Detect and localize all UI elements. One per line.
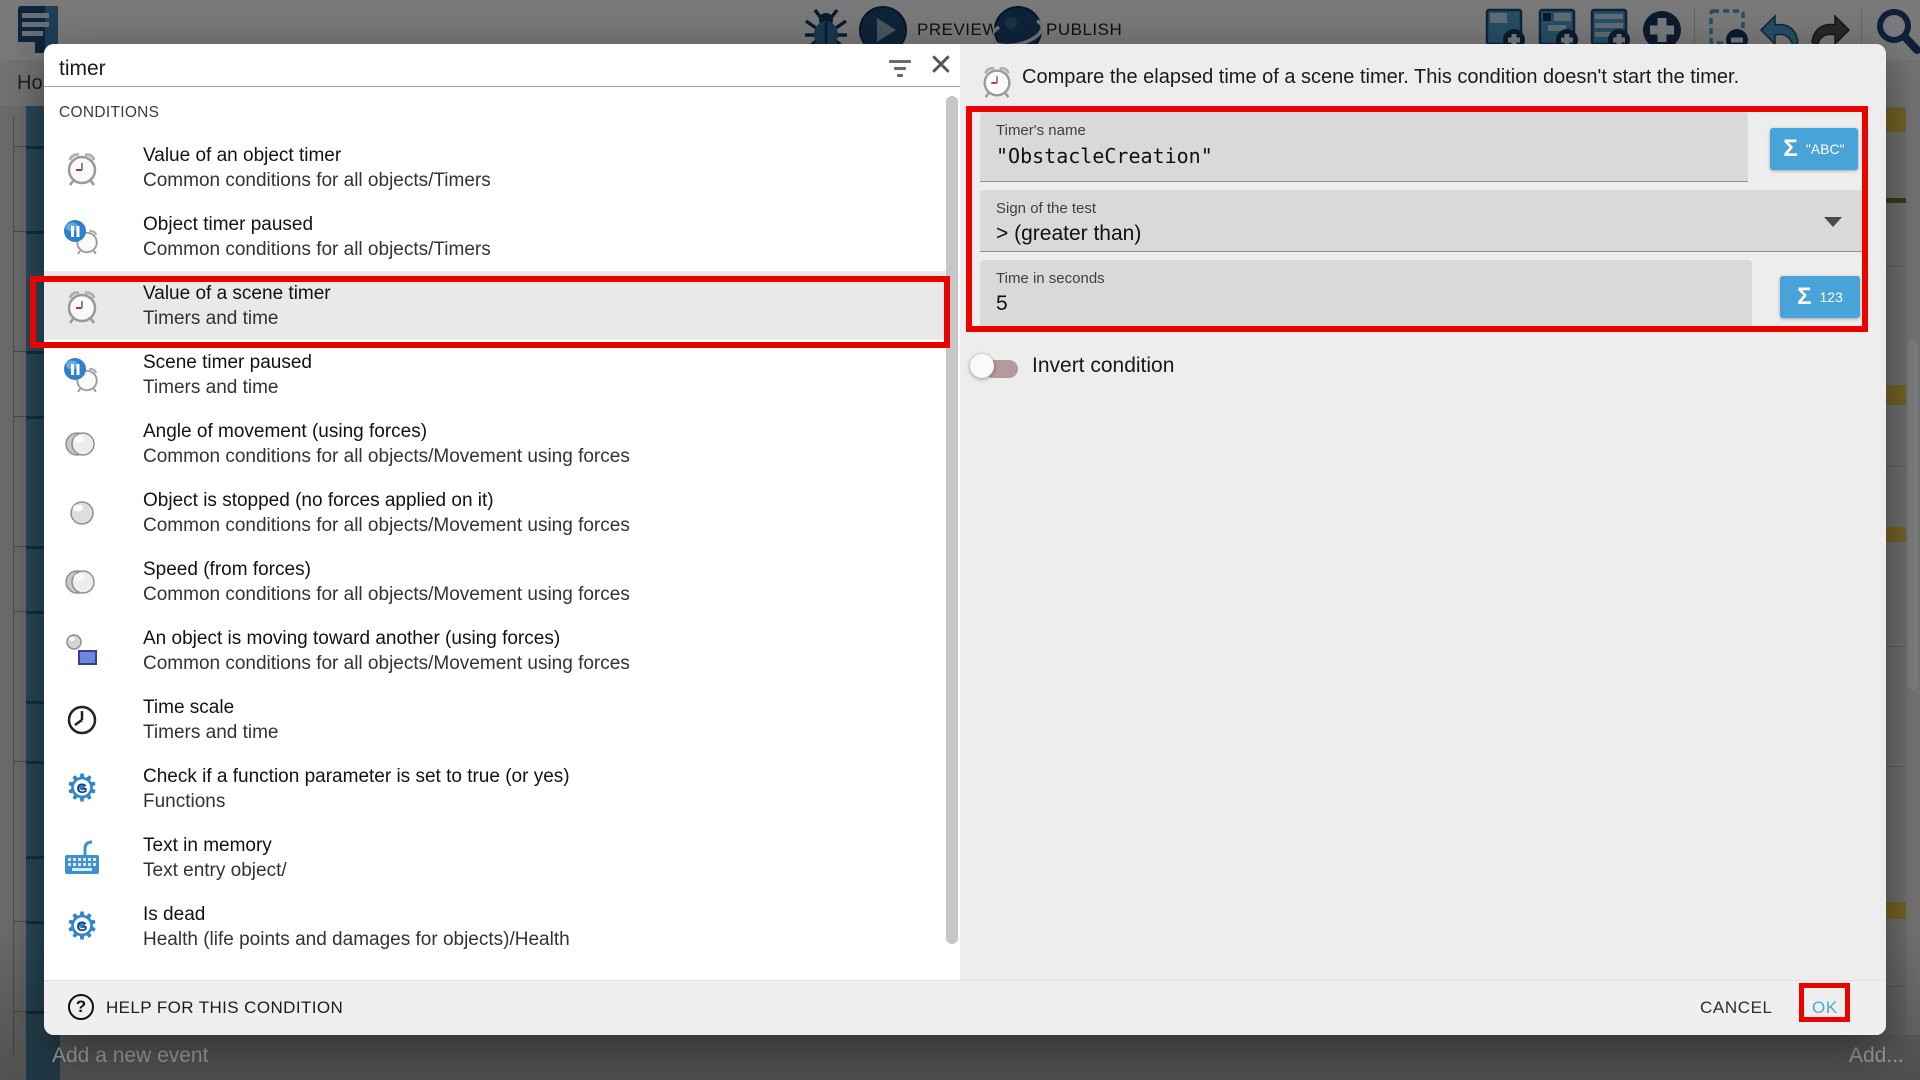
instruction-editor-dialog: ✕ CONDITIONS Value of an object timer Co… [44, 44, 1886, 1035]
item-subtitle: Common conditions for all objects/Moveme… [143, 513, 630, 538]
item-title: Object is stopped (no forces applied on … [143, 488, 630, 513]
dialog-footer: ? HELP FOR THIS CONDITION CANCEL OK [44, 980, 1886, 1035]
alarm-clock-icon [978, 60, 1016, 107]
list-item-moving-toward-another[interactable]: An object is moving toward another (usin… [44, 616, 946, 685]
item-title: Value of a scene timer [143, 281, 331, 306]
ball-square-icon [62, 631, 102, 671]
list-item-is-dead[interactable]: ⚙G Is dead Health (life points and damag… [44, 892, 946, 961]
list-item-object-stopped[interactable]: Object is stopped (no forces applied on … [44, 478, 946, 547]
forces-balls-icon [62, 562, 102, 602]
list-item-time-scale[interactable]: Time scale Timers and time [44, 685, 946, 754]
sigma-icon: Σ [1797, 285, 1811, 309]
help-button[interactable]: HELP FOR THIS CONDITION [106, 998, 343, 1018]
item-subtitle: Common conditions for all objects/Moveme… [143, 444, 630, 469]
conditions-list: Value of an object timer Common conditio… [44, 133, 946, 961]
help-icon[interactable]: ? [68, 994, 94, 1020]
clock-icon [62, 700, 102, 740]
condition-list-pane: ✕ CONDITIONS Value of an object timer Co… [44, 44, 960, 980]
item-title: Object timer paused [143, 212, 491, 237]
item-subtitle: Timers and time [143, 306, 331, 331]
list-item-angle-of-movement[interactable]: Angle of movement (using forces) Common … [44, 409, 946, 478]
item-title: Scene timer paused [143, 350, 312, 375]
ball-icon [62, 493, 102, 533]
timer-paused-icon [62, 217, 102, 257]
sign-of-test-select[interactable]: Sign of the test > (greater than) [980, 190, 1864, 252]
keyboard-icon [62, 838, 102, 878]
list-item-function-parameter-true[interactable]: ⚙G Check if a function parameter is set … [44, 754, 946, 823]
forces-balls-icon [62, 424, 102, 464]
search-input[interactable] [59, 52, 859, 86]
list-item-value-scene-timer[interactable]: Value of a scene timer Timers and time [44, 271, 946, 340]
item-subtitle: Health (life points and damages for obje… [143, 927, 570, 952]
time-in-seconds-field[interactable]: Time in seconds 5 [980, 260, 1752, 328]
item-subtitle: Timers and time [143, 375, 312, 400]
item-subtitle: Common conditions for all objects/Timers [143, 168, 491, 193]
field-label: Sign of the test [996, 200, 1096, 217]
list-item-speed-from-forces[interactable]: Speed (from forces) Common conditions fo… [44, 547, 946, 616]
123-label: 123 [1820, 289, 1843, 305]
item-title: Check if a function parameter is set to … [143, 764, 570, 789]
alarm-clock-icon [62, 148, 102, 188]
list-item-object-timer-paused[interactable]: Object timer paused Common conditions fo… [44, 202, 946, 271]
filter-icon[interactable] [887, 58, 913, 80]
timer-paused-icon [62, 355, 102, 395]
item-title: Angle of movement (using forces) [143, 419, 630, 444]
condition-parameters-pane: Compare the elapsed time of a scene time… [960, 44, 1886, 980]
condition-description: Compare the elapsed time of a scene time… [1022, 66, 1862, 89]
item-title: Text in memory [143, 833, 287, 858]
gear-icon: ⚙G [62, 907, 102, 947]
item-title: Time scale [143, 695, 279, 720]
list-scrollbar-thumb[interactable] [946, 96, 958, 944]
divider [44, 86, 960, 87]
invert-condition-toggle-knob[interactable] [970, 354, 994, 378]
list-item-scene-timer-paused[interactable]: Scene timer paused Timers and time [44, 340, 946, 409]
time-in-seconds-value[interactable]: 5 [996, 292, 1008, 316]
invert-condition-label: Invert condition [1032, 354, 1174, 378]
item-title: Speed (from forces) [143, 557, 630, 582]
item-title: An object is moving toward another (usin… [143, 626, 630, 651]
item-subtitle: Common conditions for all objects/Moveme… [143, 582, 630, 607]
abc-label: "ABC" [1806, 141, 1845, 157]
item-subtitle: Timers and time [143, 720, 279, 745]
sign-of-test-value: > (greater than) [996, 222, 1141, 246]
add-more-button[interactable]: Add... [1849, 1044, 1904, 1068]
item-subtitle: Common conditions for all objects/Timers [143, 237, 491, 262]
item-subtitle: Functions [143, 789, 570, 814]
field-label: Timer's name [996, 122, 1086, 139]
field-label: Time in seconds [996, 270, 1105, 287]
close-icon[interactable]: ✕ [926, 52, 956, 82]
item-subtitle: Common conditions for all objects/Moveme… [143, 651, 630, 676]
alarm-clock-icon [62, 286, 102, 326]
conditions-header: CONDITIONS [59, 104, 159, 122]
sigma-icon: Σ [1783, 137, 1797, 161]
list-item-value-object-timer[interactable]: Value of an object timer Common conditio… [44, 133, 946, 202]
add-new-event-button[interactable]: Add a new event [52, 1044, 208, 1068]
item-title: Is dead [143, 902, 570, 927]
item-title: Value of an object timer [143, 143, 491, 168]
cancel-button[interactable]: CANCEL [1700, 998, 1773, 1018]
list-item-text-in-memory[interactable]: Text in memory Text entry object/ [44, 823, 946, 892]
timer-name-value[interactable]: "ObstacleCreation" [996, 144, 1213, 168]
number-expression-button[interactable]: Σ 123 [1780, 276, 1860, 318]
ok-button[interactable]: OK [1812, 998, 1838, 1018]
gear-icon: ⚙G [62, 769, 102, 809]
chevron-down-icon[interactable] [1824, 217, 1842, 227]
string-expression-button[interactable]: Σ "ABC" [1770, 128, 1858, 170]
item-subtitle: Text entry object/ [143, 858, 287, 883]
timer-name-field[interactable]: Timer's name "ObstacleCreation" [980, 112, 1748, 182]
